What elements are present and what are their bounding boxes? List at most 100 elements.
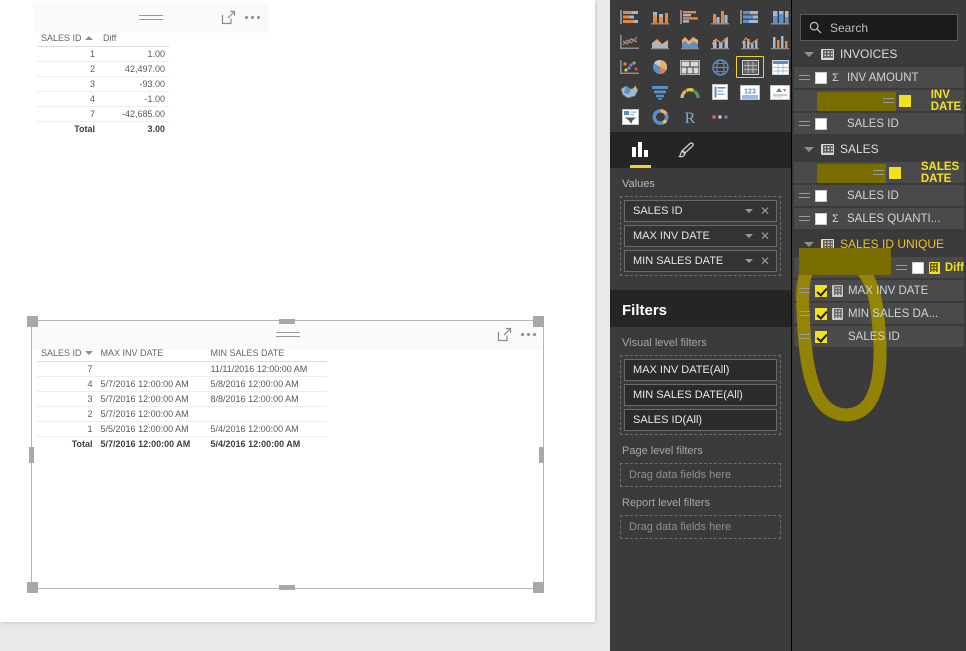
table-row[interactable]: 3 -93.00 xyxy=(37,76,169,92)
resize-handle-top-left[interactable] xyxy=(27,316,38,327)
more-options-icon[interactable] xyxy=(245,10,260,25)
table-row[interactable]: 3 5/7/2016 12:00:00 AM 8/8/2016 12:00:00… xyxy=(37,391,327,407)
search-input[interactable]: Search xyxy=(800,14,958,41)
filter-card[interactable]: SALES ID(All) xyxy=(624,409,777,431)
focus-mode-icon[interactable] xyxy=(221,10,236,25)
drag-handle-icon[interactable] xyxy=(799,74,810,81)
column-header-max-inv-date[interactable]: MAX INV DATE xyxy=(96,346,207,362)
field-checkbox[interactable] xyxy=(815,307,827,320)
field-checkbox[interactable] xyxy=(815,117,827,130)
report-level-filters-dropzone[interactable]: Drag data fields here xyxy=(620,515,781,539)
clustered-bar-chart-icon[interactable] xyxy=(676,6,704,28)
expand-triangle-icon[interactable] xyxy=(804,241,814,247)
field-checkbox[interactable] xyxy=(815,330,827,343)
stacked-column-chart-icon[interactable] xyxy=(646,6,674,28)
focus-mode-icon[interactable] xyxy=(497,327,512,342)
gauge-chart-icon[interactable] xyxy=(676,81,704,103)
field-checkbox[interactable] xyxy=(888,166,901,179)
stacked-bar-chart-icon[interactable] xyxy=(616,6,644,28)
field-row-diff[interactable]: Diff xyxy=(794,248,964,278)
area-chart-icon[interactable] xyxy=(646,31,674,53)
visual-max-min-date-table[interactable]: SALES ID MAX INV DATE MIN SALES DATE 7 1… xyxy=(31,320,544,589)
visual-one-table[interactable]: SALES ID Diff 1 1.00 2 42,497.00 3 -93.0… xyxy=(37,31,169,136)
values-field-pill[interactable]: MAX INV DATE ✕ xyxy=(624,225,777,247)
slicer-icon[interactable] xyxy=(616,106,644,128)
drag-handle-icon[interactable] xyxy=(799,333,810,340)
hundred-percent-stacked-column-chart-icon[interactable] xyxy=(766,6,794,28)
table-row[interactable]: 1 5/5/2016 12:00:00 AM 5/4/2016 12:00:00… xyxy=(37,421,327,437)
pie-chart-icon[interactable] xyxy=(646,56,674,78)
filled-map-icon[interactable] xyxy=(616,81,644,103)
funnel-chart-icon[interactable] xyxy=(646,81,674,103)
drag-handle-icon[interactable] xyxy=(895,264,907,271)
drag-handle-icon[interactable] xyxy=(138,15,163,21)
column-header-sales-id[interactable]: SALES ID xyxy=(37,31,99,47)
chevron-down-icon[interactable] xyxy=(744,209,753,213)
resize-handle-middle-left[interactable] xyxy=(29,447,34,463)
field-row-inv-amount[interactable]: Σ INV AMOUNT xyxy=(794,67,964,88)
page-level-filters-dropzone[interactable]: Drag data fields here xyxy=(620,463,781,487)
matrix-icon[interactable] xyxy=(766,56,794,78)
resize-handle-bottom-center[interactable] xyxy=(279,585,295,590)
card-icon[interactable]: 123 xyxy=(736,81,764,103)
drag-handle-icon[interactable] xyxy=(799,310,810,317)
drag-handle-icon[interactable] xyxy=(799,287,810,294)
chevron-down-icon[interactable] xyxy=(744,259,753,263)
field-row-min-sales-date[interactable]: MIN SALES DA... xyxy=(794,303,964,324)
column-header-diff[interactable]: Diff xyxy=(99,31,169,47)
values-well[interactable]: SALES ID ✕ MAX INV DATE ✕ MIN SALES DATE… xyxy=(620,196,781,276)
expand-triangle-icon[interactable] xyxy=(804,146,814,152)
more-visuals-icon[interactable] xyxy=(706,106,734,128)
drag-handle-icon[interactable] xyxy=(872,169,884,176)
ribbon-chart-icon[interactable] xyxy=(766,31,794,53)
resize-handle-top-center[interactable] xyxy=(279,319,295,324)
kpi-icon[interactable] xyxy=(766,81,794,103)
resize-handle-bottom-left[interactable] xyxy=(27,582,38,593)
field-checkbox[interactable] xyxy=(815,284,827,297)
table-row[interactable]: 7 11/11/2016 12:00:00 AM xyxy=(37,361,327,377)
field-row-inv-date[interactable]: INV DATE xyxy=(794,89,964,113)
hundred-percent-stacked-bar-chart-icon[interactable] xyxy=(736,6,764,28)
column-header-sales-id[interactable]: SALES ID xyxy=(37,346,97,362)
drag-handle-icon[interactable] xyxy=(799,120,810,127)
field-row-unique-sales-id[interactable]: SALES ID xyxy=(794,326,964,347)
field-row-sales-date[interactable]: SALES DATE xyxy=(794,161,964,185)
visual-diff-table[interactable]: SALES ID Diff 1 1.00 2 42,497.00 3 -93.0… xyxy=(33,3,268,262)
resize-handle-bottom-right[interactable] xyxy=(533,582,544,593)
table-row[interactable]: 7 -42,685.00 xyxy=(37,106,169,122)
filter-card[interactable]: MIN SALES DATE(All) xyxy=(624,384,777,406)
remove-field-icon[interactable]: ✕ xyxy=(760,230,772,242)
fields-table-invoices[interactable]: INVOICES xyxy=(792,41,966,67)
field-checkbox[interactable] xyxy=(815,189,827,202)
field-row-invoices-sales-id[interactable]: SALES ID xyxy=(794,113,964,134)
field-checkbox[interactable] xyxy=(898,94,911,107)
drag-handle-icon[interactable] xyxy=(799,215,810,222)
more-options-icon[interactable] xyxy=(521,327,536,342)
stacked-area-chart-icon[interactable] xyxy=(676,31,704,53)
drag-handle-icon[interactable] xyxy=(799,192,810,199)
drag-handle-icon[interactable] xyxy=(882,97,894,104)
treemap-icon[interactable] xyxy=(676,56,704,78)
field-row-max-inv-date[interactable]: MAX INV DATE xyxy=(794,280,964,301)
tab-fields[interactable] xyxy=(630,134,651,168)
resize-handle-middle-right[interactable] xyxy=(539,447,544,463)
table-row[interactable]: 2 42,497.00 xyxy=(37,61,169,77)
column-header-min-sales-date[interactable]: MIN SALES DATE xyxy=(206,346,327,362)
values-field-pill[interactable]: MIN SALES DATE ✕ xyxy=(624,250,777,272)
field-checkbox[interactable] xyxy=(815,212,827,225)
chevron-down-icon[interactable] xyxy=(744,234,753,238)
field-row-sales-quantity[interactable]: Σ SALES QUANTI... xyxy=(794,208,964,229)
report-page[interactable]: SALES ID Diff 1 1.00 2 42,497.00 3 -93.0… xyxy=(0,0,595,622)
table-row[interactable]: 1 1.00 xyxy=(37,46,169,62)
drag-handle-icon[interactable] xyxy=(275,332,300,338)
expand-triangle-icon[interactable] xyxy=(804,51,814,57)
field-row-sales-sales-id[interactable]: SALES ID xyxy=(794,185,964,206)
field-checkbox[interactable] xyxy=(911,261,924,274)
report-canvas-area[interactable]: SALES ID Diff 1 1.00 2 42,497.00 3 -93.0… xyxy=(0,0,610,651)
table-icon[interactable] xyxy=(736,56,764,78)
line-chart-icon[interactable] xyxy=(616,31,644,53)
table-row[interactable]: 4 5/7/2016 12:00:00 AM 5/8/2016 12:00:00… xyxy=(37,376,327,392)
clustered-column-chart-icon[interactable] xyxy=(706,6,734,28)
donut-chart-icon[interactable] xyxy=(646,106,674,128)
table-row[interactable]: 4 -1.00 xyxy=(37,91,169,107)
